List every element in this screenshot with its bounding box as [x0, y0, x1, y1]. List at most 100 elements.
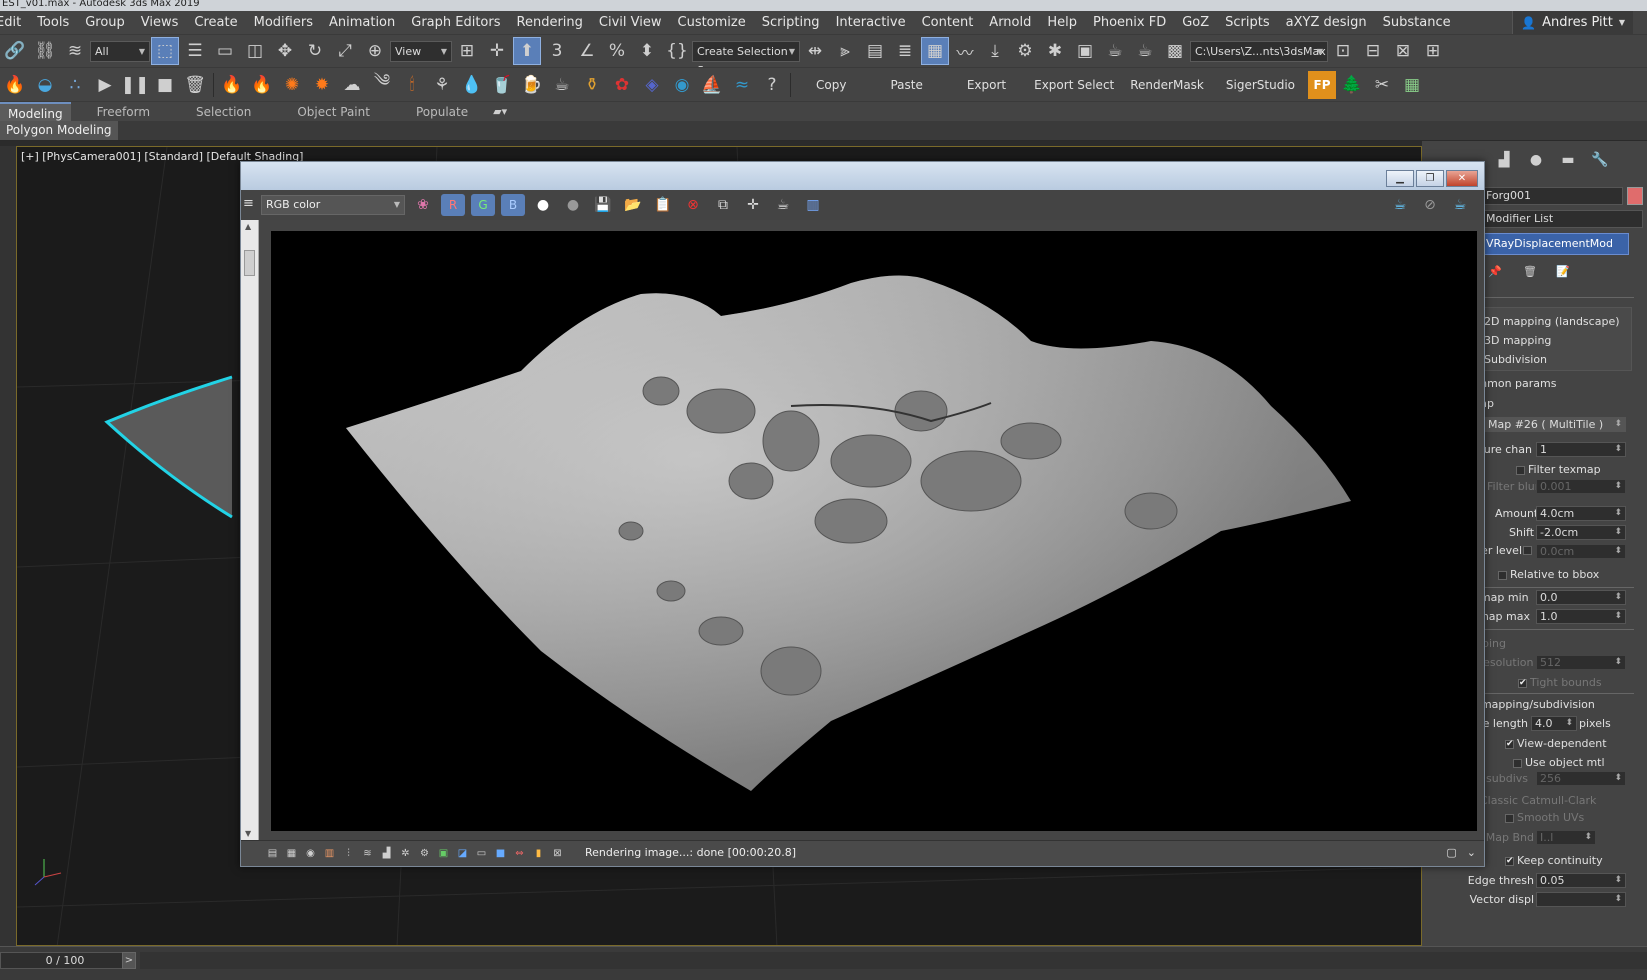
color-correction-icon[interactable]: ▥ — [322, 846, 337, 861]
render-teapot-icon[interactable]: ☕ — [1388, 194, 1412, 216]
texmap-max-spinner[interactable]: 1.0 — [1536, 609, 1626, 624]
keyboard-shortcut-override-icon[interactable]: ⬆ — [513, 37, 541, 65]
max-subdivs-spinner[interactable]: 256 — [1536, 771, 1626, 786]
water-sphere-icon[interactable]: ◒ — [31, 71, 59, 99]
expand-icon[interactable]: ▢ — [1446, 846, 1456, 859]
menu-interactive[interactable]: Interactive — [828, 11, 914, 34]
bind-space-warp-icon[interactable]: ≋ — [61, 37, 89, 65]
menu-scripting[interactable]: Scripting — [754, 11, 828, 34]
snaps-toggle-icon[interactable]: 3 — [543, 37, 571, 65]
levels-icon[interactable]: ⫶ — [341, 846, 356, 861]
shift-spinner[interactable]: -2.0cm — [1536, 525, 1626, 540]
relative-bbox-checkbox[interactable]: Relative to bbox — [1498, 568, 1599, 581]
texmap-button[interactable]: Map #26 ( MultiTile ) — [1484, 417, 1626, 432]
red-channel-button[interactable]: R — [441, 194, 465, 216]
texture-chan-spinner[interactable]: 1 — [1536, 442, 1626, 457]
menu-modifiers[interactable]: Modifiers — [246, 11, 321, 34]
alpha-circle-icon[interactable]: ● — [561, 194, 585, 216]
test-resolution-icon[interactable]: ▭ — [474, 846, 489, 861]
menu-civil-view[interactable]: Civil View — [591, 11, 670, 34]
link-icon[interactable]: 🔗 — [1, 37, 29, 65]
user-account-button[interactable]: 👤 Andres Pitt ▼ — [1512, 11, 1633, 34]
blue-channel-button[interactable]: B — [501, 194, 525, 216]
curves-icon[interactable]: ≋ — [360, 846, 375, 861]
keep-continuity-checkbox[interactable]: ✔ Keep continuity — [1505, 854, 1603, 867]
common-params-header[interactable]: Common params — [1462, 377, 1632, 390]
layers-icon[interactable]: ▦ — [284, 846, 299, 861]
particles-icon[interactable]: ∴ — [61, 71, 89, 99]
histogram-icon[interactable]: ▟ — [379, 846, 394, 861]
cup-icon[interactable]: 🥤 — [488, 71, 516, 99]
radio-subdivision[interactable]: Subdivision — [1484, 353, 1547, 366]
motion-tab-icon[interactable]: ● — [1525, 149, 1547, 171]
angle-snap-icon[interactable]: ∠ — [573, 37, 601, 65]
menu-help[interactable]: Help — [1039, 11, 1085, 34]
tab-modeling[interactable]: Modeling — [0, 101, 71, 122]
shore-icon[interactable]: ≈ — [728, 71, 756, 99]
percent-snap-icon[interactable]: % — [603, 37, 631, 65]
ribbon-options-icon[interactable]: ▰▾ — [489, 103, 511, 121]
spinner-snap-icon[interactable]: ⬍ — [633, 37, 661, 65]
ocean-icon[interactable]: ◉ — [668, 71, 696, 99]
candle-icon[interactable]: 🕯 — [398, 71, 426, 99]
coffee-icon[interactable]: ☕ — [548, 71, 576, 99]
fire-source-icon[interactable]: 🔥 — [218, 71, 246, 99]
scroll-thumb[interactable] — [244, 250, 255, 276]
layer-remove-icon[interactable]: ⊠ — [1389, 37, 1417, 65]
fire-preset-icon[interactable]: ✺ — [278, 71, 306, 99]
layer-settings-icon[interactable]: ⊞ — [1419, 37, 1447, 65]
tab-populate[interactable]: Populate — [390, 102, 488, 122]
fire-explosion-icon[interactable]: ✹ — [308, 71, 336, 99]
fire-icon[interactable]: 🔥 — [1, 71, 29, 99]
pivot-center-icon[interactable]: ⊞ — [453, 37, 481, 65]
display-tab-icon[interactable]: ▬ — [1557, 149, 1579, 171]
menu-animation[interactable]: Animation — [321, 11, 403, 34]
compare-icon[interactable]: ⧉ — [711, 194, 735, 216]
boat-icon[interactable]: ⛵ — [698, 71, 726, 99]
menu-tools[interactable]: Tools — [29, 11, 77, 34]
interactive-render-icon[interactable]: ☕ — [1448, 194, 1472, 216]
tight-bounds-checkbox[interactable]: ✔ Tight bounds — [1518, 676, 1602, 689]
clear-icon[interactable]: ⊗ — [681, 194, 705, 216]
forest-pack-icon[interactable]: FP — [1308, 70, 1336, 99]
cube-icon[interactable]: ◈ — [638, 71, 666, 99]
texmap-min-spinner[interactable]: 0.0 — [1536, 590, 1626, 605]
next-frame-button[interactable]: > — [122, 952, 136, 969]
scroll-down-icon[interactable]: ▼ — [245, 829, 251, 838]
minimize-button[interactable]: ▁ — [1386, 170, 1414, 187]
use-object-mtl-checkbox[interactable]: Use object mtl — [1513, 756, 1605, 769]
select-object-icon[interactable]: ⬚ — [151, 37, 179, 65]
menu-phoenix-fd[interactable]: Phoenix FD — [1085, 11, 1174, 34]
maximize-button[interactable]: ❐ — [1416, 170, 1444, 187]
trash-icon[interactable]: 🗑 — [181, 71, 209, 99]
material-editor-icon[interactable]: ⚙ — [1011, 37, 1039, 65]
rendered-frame-window-icon[interactable]: ▣ — [1071, 37, 1099, 65]
toggle-scene-explorer-icon[interactable]: ▤ — [861, 37, 889, 65]
modifier-list-dropdown[interactable]: Modifier List — [1481, 210, 1643, 228]
reference-coordinate-dropdown[interactable]: View — [390, 40, 452, 62]
tab-object-paint[interactable]: Object Paint — [271, 102, 390, 122]
polygon-modeling-tab[interactable]: Polygon Modeling — [0, 121, 118, 140]
render-setup-icon[interactable]: ✱ — [1041, 37, 1069, 65]
rendermask-button[interactable]: RenderMask — [1120, 71, 1214, 99]
time-slider[interactable]: 0 / 100 — [0, 952, 130, 969]
water-level-spinner[interactable]: 0.0cm — [1536, 544, 1626, 559]
rendered-image[interactable] — [271, 231, 1477, 831]
filter-blur-spinner[interactable]: 0.001 — [1536, 479, 1626, 494]
curve-editor-icon[interactable]: 〰 — [951, 37, 979, 65]
toggle-layer-explorer-icon[interactable]: ≣ — [891, 37, 919, 65]
menu-group[interactable]: Group — [77, 11, 133, 34]
select-by-name-icon[interactable]: ☰ — [181, 37, 209, 65]
smooth-uvs-checkbox[interactable]: Smooth UVs — [1505, 811, 1584, 824]
copy-button[interactable]: Copy — [794, 71, 868, 99]
create-selection-set-dropdown[interactable]: Create Selection Se — [692, 40, 800, 77]
manipulate-icon[interactable]: ✛ — [483, 37, 511, 65]
preserve-map-bnd-dropdown[interactable]: I..l — [1536, 830, 1596, 845]
rotate-icon[interactable]: ↻ — [301, 37, 329, 65]
rectangular-selection-icon[interactable]: ▭ — [211, 37, 239, 65]
menu-substance[interactable]: Substance — [1375, 11, 1459, 34]
menu-scripts[interactable]: Scripts — [1217, 11, 1277, 34]
project-path-dropdown[interactable]: C:\Users\Z...nts\3dsMax — [1190, 40, 1328, 62]
teapot-render-icon[interactable]: ☕ — [771, 194, 795, 216]
pour-icon[interactable]: ⚱ — [578, 71, 606, 99]
